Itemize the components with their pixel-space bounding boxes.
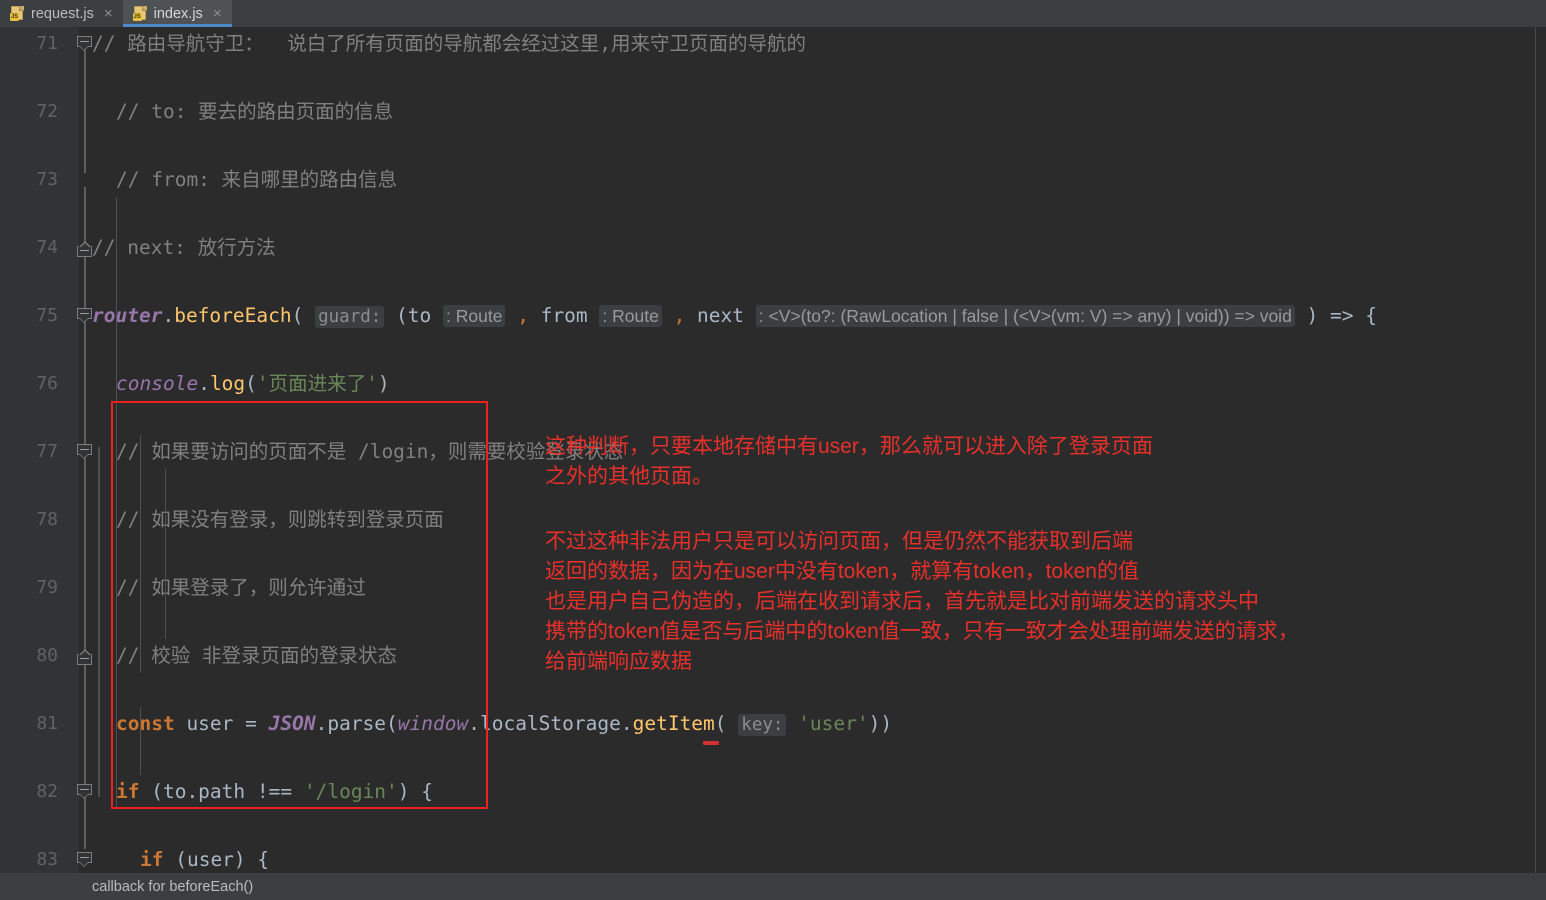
token-beforeEach: beforeEach bbox=[174, 304, 292, 327]
code-text: // 校验 非登录页面的登录状态 bbox=[116, 644, 397, 667]
token-string: '页面进来了' bbox=[256, 372, 378, 395]
code-text: const user = JSON.parse(window.localStor… bbox=[116, 707, 892, 742]
code-text: // to: 要去的路由页面的信息 bbox=[116, 100, 394, 123]
token-json: JSON bbox=[268, 712, 316, 735]
token-from: from bbox=[528, 304, 600, 327]
token-paren: ) bbox=[377, 372, 390, 395]
ide-window: JS request.js × JS index.js × 71 // 路由导航… bbox=[0, 0, 1546, 900]
token-log: log bbox=[209, 372, 246, 395]
fold-toggle-icon[interactable] bbox=[77, 36, 93, 52]
line-number: 81 bbox=[36, 713, 58, 734]
code-text: // 如果登录了，则允许通过 bbox=[116, 576, 366, 599]
line-number: 75 bbox=[36, 305, 58, 326]
token-cond: (to.path !== bbox=[139, 780, 304, 803]
token-string: '/login' bbox=[303, 780, 398, 803]
close-icon[interactable]: × bbox=[211, 6, 224, 21]
indent-guide bbox=[140, 707, 141, 775]
token-brace: ) { bbox=[397, 780, 434, 803]
indent-guide bbox=[116, 197, 117, 809]
code-text: // next: 放行方法 bbox=[92, 236, 276, 259]
token-paren: ( bbox=[714, 712, 739, 735]
indent-guide bbox=[165, 469, 166, 639]
line-number: 78 bbox=[36, 509, 58, 530]
code-text: console.log('页面进来了') bbox=[116, 367, 390, 401]
token-router: router bbox=[92, 304, 163, 327]
token-if: if bbox=[140, 848, 164, 871]
line-number: 82 bbox=[36, 781, 58, 802]
line-number: 74 bbox=[36, 237, 58, 258]
token-arrow-open: ) => { bbox=[1294, 304, 1377, 327]
tab-label: request.js bbox=[31, 5, 94, 22]
line-number: 80 bbox=[36, 645, 58, 666]
code-text: // 路由导航守卫： 说白了所有页面的导航都会经过这里,用来守卫页面的导航的 bbox=[92, 32, 806, 55]
type-hint-next-signature: : <V>(to?: (RawLocation | false | (<V>(v… bbox=[755, 305, 1295, 327]
js-file-icon: JS bbox=[10, 6, 25, 21]
code-line[interactable]: 72 // to: 要去的路由页面的信息 bbox=[0, 95, 1546, 129]
token-user: user = bbox=[174, 712, 269, 735]
token-getitem: getItem bbox=[632, 712, 715, 735]
tab-index-js[interactable]: JS index.js × bbox=[122, 0, 232, 27]
line-number: 72 bbox=[36, 101, 58, 122]
fold-end-icon[interactable] bbox=[77, 241, 93, 257]
token-dot: . bbox=[198, 372, 210, 395]
line-number: 77 bbox=[36, 441, 58, 462]
fold-toggle-icon[interactable] bbox=[77, 852, 93, 868]
code-line[interactable]: 81 const user = JSON.parse(window.localS… bbox=[0, 707, 1546, 741]
type-hint-route: : Route bbox=[599, 305, 662, 327]
annotation-note-1: 这种判断，只要本地存储中有user，那么就可以进入除了登录页面 之外的其他页面。 bbox=[545, 435, 1153, 488]
code-line[interactable]: 83 if (user) { bbox=[0, 843, 1546, 873]
code-text: if (user) { bbox=[140, 843, 269, 873]
js-file-icon: JS bbox=[132, 6, 148, 21]
code-line[interactable]: 82 if (to.path !== '/login') { bbox=[0, 775, 1546, 809]
token-next: next bbox=[685, 304, 756, 327]
line-number: 83 bbox=[36, 849, 58, 870]
code-text: // from: 来自哪里的路由信息 bbox=[116, 168, 398, 191]
token-string: 'user' bbox=[786, 712, 869, 735]
fold-toggle-icon[interactable] bbox=[77, 784, 93, 800]
code-text: router.beforeEach( guard: (to : Route , … bbox=[92, 299, 1377, 334]
code-line[interactable]: 75 router.beforeEach( guard: (to : Route… bbox=[0, 299, 1546, 333]
token-const: const bbox=[116, 712, 175, 735]
token-dot: . bbox=[162, 304, 175, 327]
code-editor[interactable]: 71 // 路由导航守卫： 说白了所有页面的导航都会经过这里,用来守卫页面的导航… bbox=[0, 27, 1546, 873]
param-hint-key: key: bbox=[738, 714, 787, 736]
close-icon[interactable]: × bbox=[102, 6, 115, 21]
code-line[interactable]: 73 // from: 来自哪里的路由信息 bbox=[0, 163, 1546, 197]
token-to: (to bbox=[384, 304, 444, 327]
line-number: 71 bbox=[36, 33, 58, 54]
editor-tab-bar: JS request.js × JS index.js × bbox=[0, 0, 1546, 28]
token-comma: , bbox=[661, 304, 686, 327]
status-bar: callback for beforeEach() bbox=[0, 873, 1546, 900]
annotation-dash-mark bbox=[703, 741, 719, 745]
annotation-note-2: 不过这种非法用户只是可以访问页面，但是仍然不能获取到后端 返回的数据，因为在us… bbox=[545, 530, 1299, 673]
token-paren: )) bbox=[868, 712, 893, 735]
code-line[interactable]: 71 // 路由导航守卫： 说白了所有页面的导航都会经过这里,用来守卫页面的导航… bbox=[0, 27, 1546, 61]
token-localstorage: .localStorage. bbox=[468, 712, 633, 735]
fold-end-icon[interactable] bbox=[77, 649, 93, 665]
tab-request-js[interactable]: JS request.js × bbox=[0, 0, 123, 27]
token-parse: .parse( bbox=[315, 712, 398, 735]
token-comma: , bbox=[505, 304, 529, 327]
line-number: 76 bbox=[36, 373, 58, 394]
status-bar-text: callback for beforeEach() bbox=[92, 878, 254, 895]
token-if: if bbox=[116, 780, 140, 803]
indent-guide bbox=[140, 435, 141, 673]
tab-label: index.js bbox=[153, 5, 203, 22]
token-window: window bbox=[397, 712, 469, 735]
token-paren: ( bbox=[245, 372, 257, 395]
param-hint-guard: guard: bbox=[315, 306, 385, 328]
code-line[interactable]: 76 console.log('页面进来了') bbox=[0, 367, 1546, 401]
line-number: 73 bbox=[36, 169, 58, 190]
fold-toggle-icon[interactable] bbox=[77, 308, 93, 324]
code-text: if (to.path !== '/login') { bbox=[116, 775, 433, 809]
type-hint-route: : Route bbox=[443, 305, 506, 327]
token-cond: (user) { bbox=[163, 848, 270, 871]
token-console: console bbox=[116, 372, 199, 395]
token-paren: ( bbox=[291, 304, 316, 327]
line-number: 79 bbox=[36, 577, 58, 598]
fold-toggle-icon[interactable] bbox=[77, 444, 93, 460]
code-line[interactable]: 74 // next: 放行方法 bbox=[0, 231, 1546, 265]
